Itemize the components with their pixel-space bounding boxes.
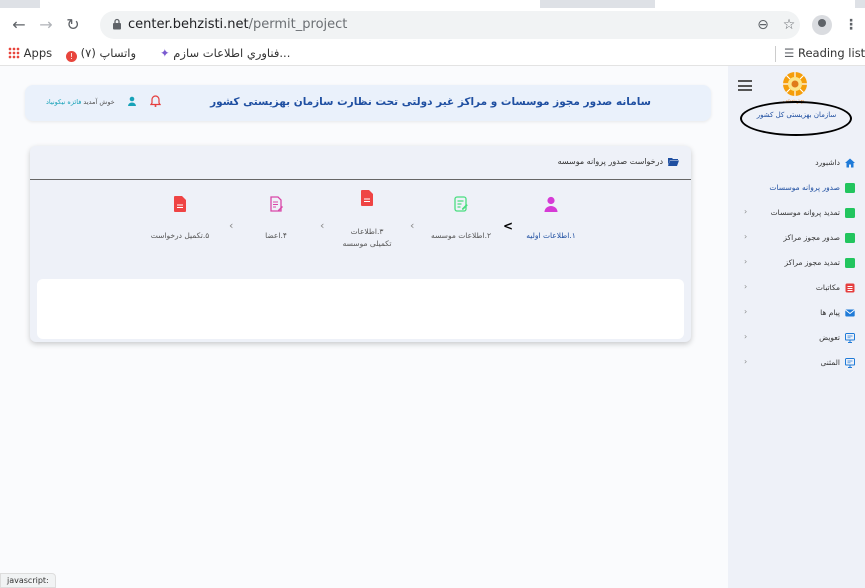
edit-document-icon bbox=[454, 196, 468, 212]
envelope-icon bbox=[845, 309, 855, 317]
page-content: سامانه صدور مجوز موسسات و مراکز غیر دولت… bbox=[0, 66, 865, 588]
monitor-icon bbox=[845, 358, 855, 368]
forward-icon[interactable]: → bbox=[35, 14, 57, 36]
status-bar: javascript: bbox=[0, 573, 56, 588]
document-icon bbox=[845, 258, 855, 268]
sidebar-item-renew-institute-permit[interactable]: تمدید پروانه موسسات ‹ bbox=[728, 201, 865, 226]
chevron-left-icon: ‹ bbox=[744, 332, 748, 341]
sidebar-item-renew-center-license[interactable]: تمدید مجوز مراکز ‹ bbox=[728, 251, 865, 276]
bookmarks-separator bbox=[775, 46, 776, 62]
tab-strip bbox=[0, 0, 865, 8]
inactive-tab[interactable] bbox=[655, 0, 855, 8]
bookmark-whatsapp[interactable]: ! واتساپ (۷) bbox=[66, 46, 136, 62]
wizard-steps: ۱.اطلاعات اولیه < ۲.اطلاعات موسسه ‹ ۳.اط… bbox=[30, 190, 691, 266]
sidebar-item-issue-institute-permit[interactable]: صدور پروانه موسسات bbox=[728, 176, 865, 201]
step-separator: ‹ bbox=[229, 219, 234, 232]
document-icon bbox=[174, 196, 186, 212]
document-edit-icon bbox=[270, 196, 283, 212]
monitor-icon bbox=[845, 333, 855, 343]
chevron-left-icon: ‹ bbox=[744, 257, 748, 266]
welcome-text: خوش آمدید فائزه نیکونیاد bbox=[46, 98, 115, 106]
profile-avatar[interactable] bbox=[812, 15, 832, 35]
folder-open-icon bbox=[668, 158, 679, 166]
sidebar: بهزیستی سازمان بهزیستی کل کشور داشبورد ص… bbox=[728, 66, 865, 588]
user-name[interactable]: فائزه نیکونیاد bbox=[46, 98, 81, 106]
browser-chrome: ← → ↻ center.behzisti.net/permit_project… bbox=[0, 0, 865, 66]
sidebar-item-correspondence[interactable]: مکاتبات ‹ bbox=[728, 276, 865, 301]
permit-request-card: درخواست صدور پروانه موسسه ۱.اطلاعات اولی… bbox=[30, 146, 691, 342]
url-text: center.behzisti.net/permit_project bbox=[128, 17, 348, 32]
address-bar[interactable]: center.behzisti.net/permit_project bbox=[100, 11, 800, 39]
sidebar-item-issue-center-license[interactable]: صدور مجوز مراکز ‹ bbox=[728, 226, 865, 251]
reload-icon[interactable]: ↻ bbox=[62, 14, 84, 36]
bell-icon[interactable] bbox=[150, 95, 161, 107]
chevron-left-icon: ‹ bbox=[744, 207, 748, 216]
sidebar-item-messages[interactable]: پیام ها ‹ bbox=[728, 301, 865, 326]
behzisti-logo bbox=[783, 72, 807, 96]
zoom-icon[interactable]: ⊖ bbox=[752, 14, 774, 36]
top-header: سامانه صدور مجوز موسسات و مراکز غیر دولت… bbox=[25, 85, 711, 121]
step-separator: ‹ bbox=[410, 219, 415, 232]
back-icon[interactable]: ← bbox=[8, 14, 30, 36]
document-icon bbox=[845, 233, 855, 243]
active-tab[interactable] bbox=[40, 0, 540, 8]
reading-list-icon: ☰ bbox=[784, 46, 795, 60]
user-icon bbox=[128, 96, 136, 106]
card-header: درخواست صدور پروانه موسسه bbox=[30, 146, 691, 180]
document-icon bbox=[361, 190, 373, 206]
menu-kebab-icon[interactable]: ⋮ bbox=[840, 14, 862, 36]
chevron-left-icon: ‹ bbox=[744, 282, 748, 291]
chevron-left-icon: ‹ bbox=[744, 232, 748, 241]
whatsapp-icon: ! bbox=[66, 51, 77, 62]
document-icon bbox=[845, 183, 855, 193]
bookmark-icon: ✦ bbox=[160, 46, 170, 60]
sidebar-menu: داشبورد صدور پروانه موسسات تمدید پروانه … bbox=[728, 151, 865, 376]
reading-list-button[interactable]: ☰ Reading list bbox=[784, 46, 865, 60]
lock-icon bbox=[113, 18, 121, 30]
user-icon bbox=[544, 196, 558, 212]
card-content-area bbox=[37, 279, 684, 339]
bookmark-apps[interactable]: Apps bbox=[8, 46, 52, 60]
hamburger-menu-icon[interactable] bbox=[738, 80, 752, 91]
star-icon[interactable]: ☆ bbox=[778, 14, 800, 36]
bookmark-fanavari[interactable]: ✦ فناوري اطلاعات سازم... bbox=[160, 46, 290, 60]
document-icon bbox=[845, 208, 855, 218]
annotation-ellipse bbox=[740, 101, 852, 136]
card-title: درخواست صدور پروانه موسسه bbox=[557, 157, 663, 166]
list-icon bbox=[845, 283, 855, 293]
sidebar-item-dashboard[interactable]: داشبورد bbox=[728, 151, 865, 176]
apps-grid-icon bbox=[8, 47, 20, 59]
bookmarks-bar: Apps ! واتساپ (۷) ✦ فناوري اطلاعات سازم.… bbox=[0, 42, 865, 66]
chevron-left-icon: ‹ bbox=[744, 307, 748, 316]
home-icon bbox=[845, 158, 855, 168]
sidebar-item-duplicate[interactable]: المثنی ‹ bbox=[728, 351, 865, 376]
toolbar: ← → ↻ center.behzisti.net/permit_project… bbox=[0, 8, 865, 42]
chevron-left-icon: ‹ bbox=[744, 357, 748, 366]
system-title: سامانه صدور مجوز موسسات و مراکز غیر دولت… bbox=[210, 96, 651, 108]
sidebar-item-replacement[interactable]: تعویض ‹ bbox=[728, 326, 865, 351]
